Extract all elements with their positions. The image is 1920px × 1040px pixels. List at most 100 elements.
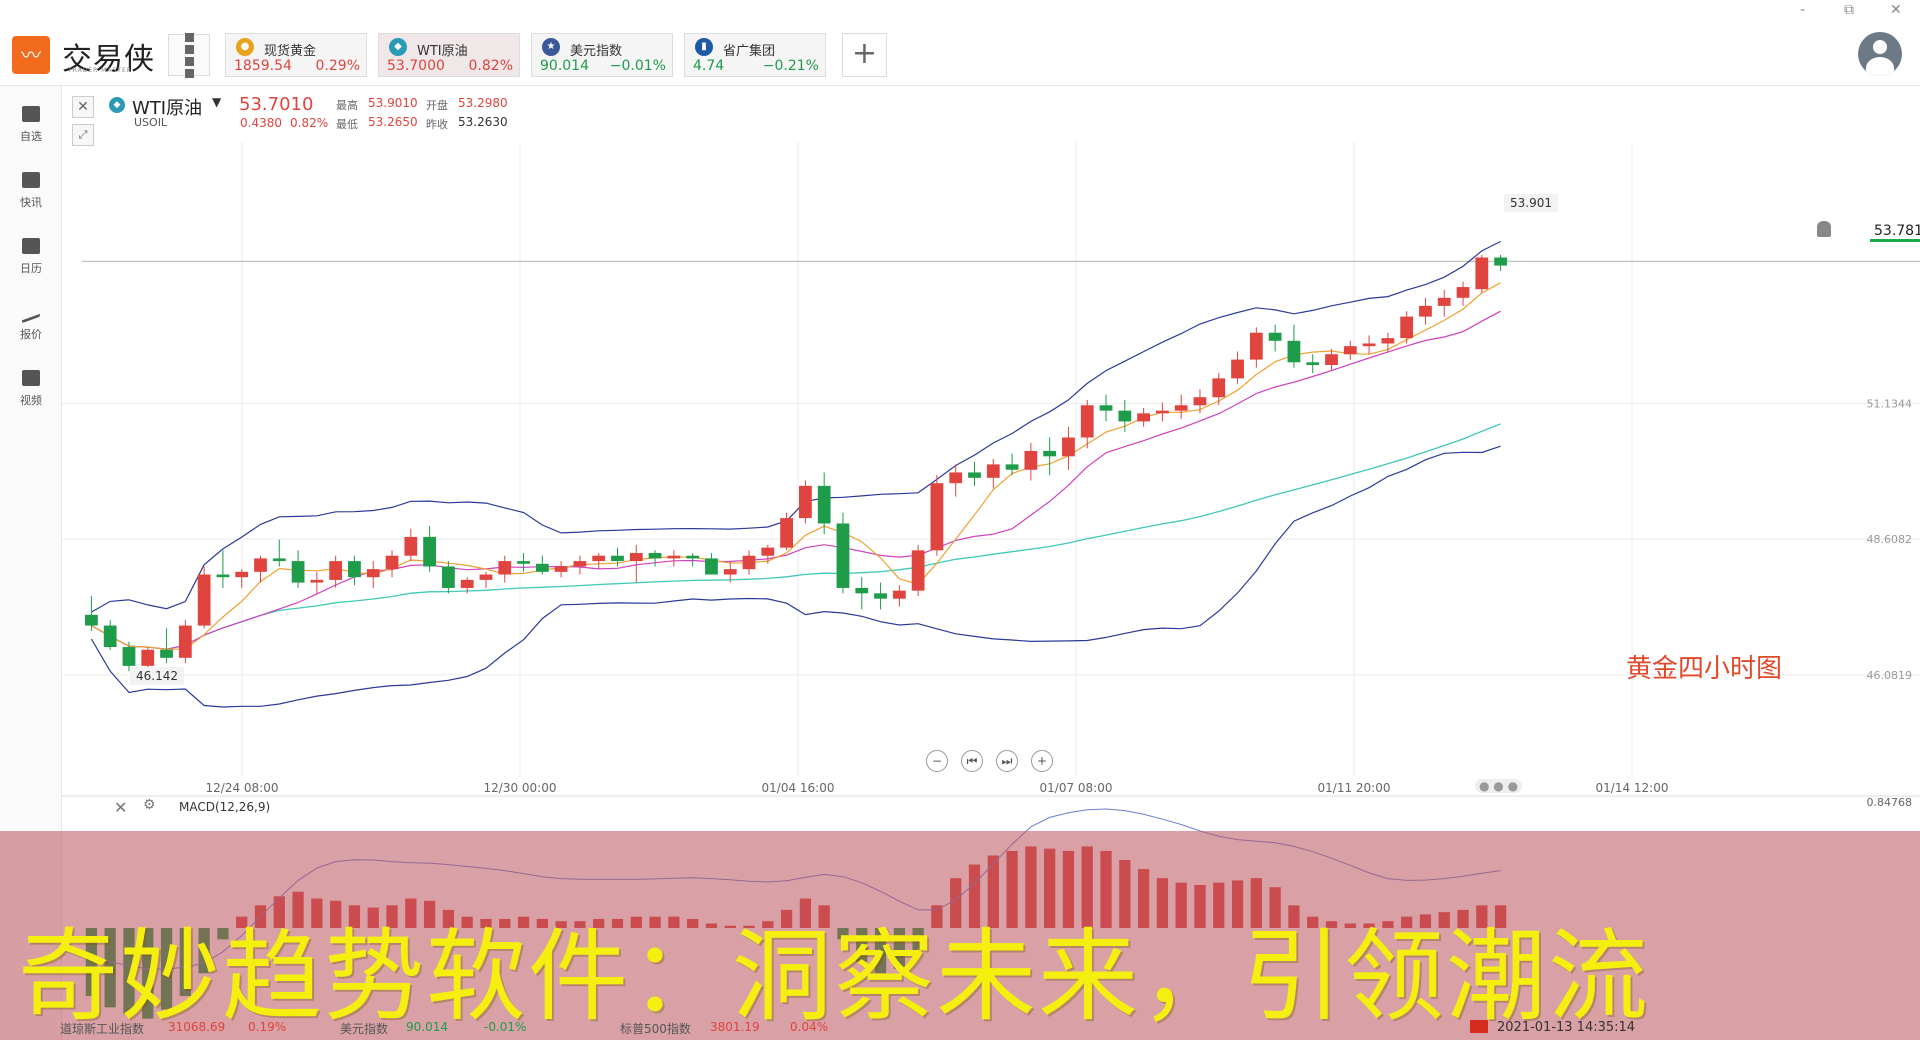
candle-body — [122, 647, 136, 666]
candle-body — [611, 555, 624, 562]
candle-body — [780, 518, 793, 548]
candle-body — [216, 574, 230, 578]
candle-body — [836, 523, 850, 588]
x-tick-label: 01/07 08:00 — [1040, 781, 1113, 795]
jump-start-button[interactable]: ⏮ — [961, 750, 983, 772]
candle-body — [855, 587, 869, 594]
zoom-out-button[interactable]: − — [926, 750, 948, 772]
candle-body — [667, 555, 681, 559]
news-icon — [22, 172, 40, 188]
candle-body — [592, 555, 606, 562]
candle-body — [1268, 332, 1282, 341]
status-item-label[interactable]: 美元指数 — [340, 1020, 388, 1037]
candle-body — [479, 574, 493, 580]
ma60-line — [91, 423, 1501, 650]
chart-annotation: 黄金四小时图 — [1626, 654, 1783, 684]
quote-tab-change: −0.21% — [762, 58, 819, 74]
candle-body — [1475, 257, 1489, 290]
candle-body — [1287, 340, 1301, 363]
quote-tab-wti[interactable]: ◆ WTI原油 53.7000 0.82% — [378, 33, 520, 77]
candle-body — [178, 625, 192, 658]
x-tick-label: 12/30 00:00 — [484, 781, 557, 795]
layout-grid-button[interactable] — [168, 32, 210, 78]
x-tick-label: 12/24 08:00 — [206, 781, 279, 795]
sidebar-item-video[interactable]: 视频 — [0, 356, 62, 416]
candle-body — [554, 566, 568, 572]
restore-button[interactable]: ⧉ — [1844, 2, 1854, 18]
stock-icon: ▮ — [695, 38, 713, 56]
quote-tab-gold[interactable]: ● 现货黄金 1859.54 0.29% — [225, 33, 367, 77]
bell-icon[interactable] — [1817, 221, 1831, 237]
close-indicator-button[interactable]: ✕ — [114, 798, 127, 817]
sidebar-item-watchlist[interactable]: 自选 — [0, 92, 62, 152]
quote-tab-stock[interactable]: ▮ 省广集团 4.74 −0.21% — [684, 33, 826, 77]
low-marker: 46.142 — [130, 667, 184, 685]
candle-body — [1118, 410, 1132, 422]
app-window: 〰 交易侠 TRADER MASTER ● 现货黄金 1859.54 0.29%… — [0, 0, 1920, 1040]
status-item-value: 90.014 — [406, 1020, 448, 1034]
candle-body — [1137, 413, 1150, 422]
candle-body — [385, 555, 399, 570]
candle-body — [404, 536, 418, 556]
candle-body — [160, 649, 173, 658]
expand-icon[interactable]: ⤢ — [72, 124, 94, 146]
sidebar-item-news[interactable]: 快讯 — [0, 158, 62, 218]
stat-open-value: 53.2980 — [458, 96, 508, 110]
candle-body — [254, 558, 267, 572]
status-item-change: 0.04% — [790, 1020, 829, 1034]
candle-body — [1381, 338, 1395, 344]
close-window-button[interactable]: ✕ — [1890, 2, 1902, 18]
x-tick-label: 01/11 20:00 — [1318, 781, 1391, 795]
quote-tab-change: 0.29% — [315, 58, 360, 74]
status-item-label[interactable]: 标普500指数 — [620, 1020, 691, 1037]
candle-body — [235, 571, 249, 578]
zoom-in-button[interactable]: + — [1031, 750, 1053, 772]
candle-body — [1062, 437, 1075, 457]
app-logo-icon: 〰 — [12, 36, 50, 74]
candle-body — [103, 625, 117, 648]
quote-tab-usd-index[interactable]: ★ 美元指数 90.014 −0.01% — [531, 33, 673, 77]
candle-body — [1456, 287, 1470, 298]
candle-body — [1437, 297, 1451, 306]
candle-body — [686, 555, 700, 559]
candle-body — [535, 563, 549, 572]
quote-tab-price: 4.74 — [693, 58, 725, 74]
sidebar-item-quotes[interactable]: 报价 — [0, 290, 62, 350]
more-icon[interactable]: ● ● ● — [1475, 779, 1523, 793]
sidebar-item-label: 视频 — [20, 394, 42, 407]
candle-body — [1005, 464, 1019, 470]
bollinger-upper — [91, 240, 1501, 613]
status-bar: 道琼斯工业指数 31068.69 0.19% 美元指数 90.014 -0.01… — [0, 1012, 1920, 1040]
symbol-change: 0.4380 — [240, 116, 282, 130]
quote-tab-change: 0.82% — [468, 58, 513, 74]
chevron-down-icon[interactable]: ▼ — [212, 95, 221, 109]
candle-body — [968, 472, 981, 478]
sidebar-item-label: 快讯 — [20, 196, 42, 209]
close-chart-button[interactable]: ✕ — [72, 96, 94, 118]
us-flag-icon: ★ — [542, 38, 560, 56]
minimize-button[interactable]: - — [1800, 2, 1805, 18]
add-tab-button[interactable]: + — [842, 33, 887, 77]
symbol-price: 53.7010 — [239, 94, 314, 115]
ma5-line — [91, 282, 1501, 650]
sidebar-item-label: 日历 — [20, 262, 42, 275]
stat-prev-value: 53.2630 — [458, 115, 508, 129]
status-item-change: -0.01% — [484, 1020, 527, 1034]
candle-body — [723, 569, 737, 575]
gear-icon[interactable]: ⚙ — [143, 797, 156, 813]
high-marker: 53.901 — [1504, 194, 1558, 212]
stat-prev-label: 昨收 — [426, 118, 448, 131]
quote-tab-price: 53.7000 — [387, 58, 445, 74]
candle-body — [629, 553, 643, 562]
user-avatar[interactable] — [1858, 32, 1902, 76]
current-price-tag: 53.7811 — [1870, 220, 1920, 242]
sidebar-item-label: 自选 — [20, 130, 42, 143]
app-brand-sub: TRADER MASTER — [68, 67, 132, 74]
status-item-label[interactable]: 道琼斯工业指数 — [60, 1020, 144, 1037]
sidebar-item-calendar[interactable]: 日历 — [0, 224, 62, 284]
candle-body — [460, 579, 474, 588]
quote-tab-change: −0.01% — [609, 58, 666, 74]
candle-body — [911, 550, 925, 591]
macd-title: MACD(12,26,9) — [179, 800, 271, 814]
jump-end-button[interactable]: ⏭ — [996, 750, 1018, 772]
